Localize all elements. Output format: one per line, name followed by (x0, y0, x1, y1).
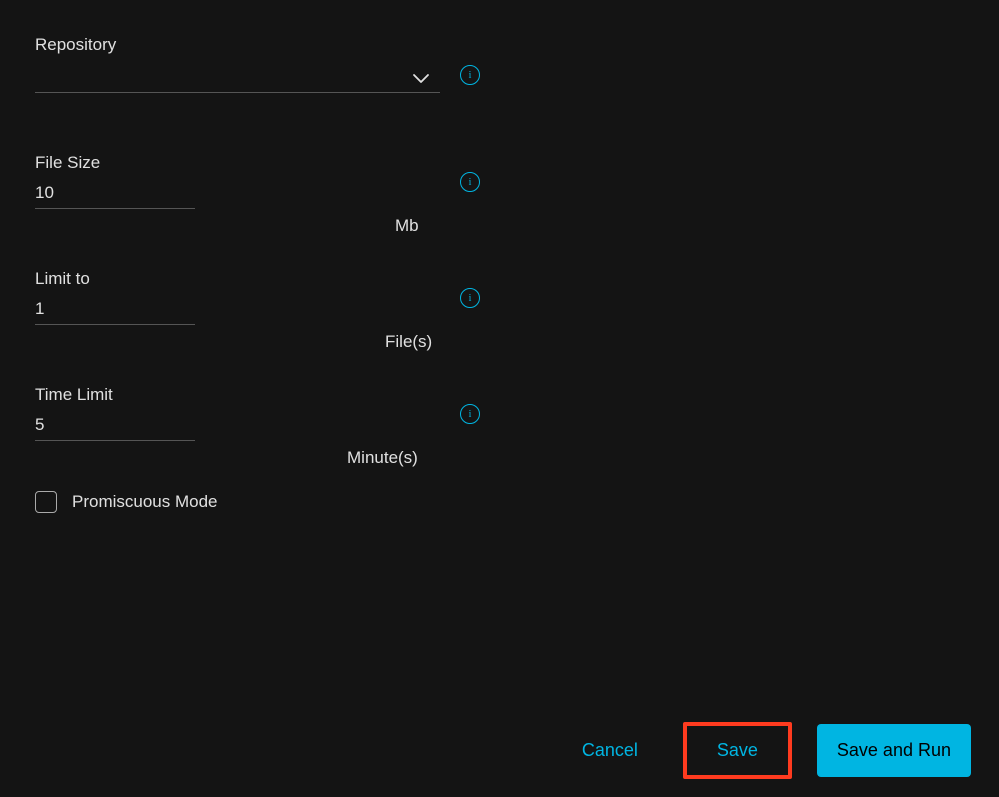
button-row: Cancel Save Save and Run (562, 722, 971, 779)
time-limit-unit: Minute(s) (347, 448, 418, 468)
time-limit-field: Time Limit Minute(s) (35, 385, 964, 441)
save-and-run-button[interactable]: Save and Run (817, 724, 971, 777)
file-size-field: File Size Mb (35, 153, 964, 209)
info-icon[interactable] (460, 65, 480, 85)
file-size-label: File Size (35, 153, 964, 173)
promiscuous-mode-row: Promiscuous Mode (35, 491, 964, 513)
limit-to-input[interactable] (35, 294, 195, 325)
promiscuous-checkbox[interactable] (35, 491, 57, 513)
limit-to-label: Limit to (35, 269, 964, 289)
info-icon[interactable] (460, 404, 480, 424)
repository-label: Repository (35, 35, 964, 55)
chevron-down-icon (412, 72, 430, 84)
time-limit-label: Time Limit (35, 385, 964, 405)
limit-to-field: Limit to File(s) (35, 269, 964, 325)
repository-select[interactable] (35, 63, 440, 93)
file-size-input[interactable] (35, 178, 195, 209)
save-button[interactable]: Save (687, 726, 788, 775)
cancel-button[interactable]: Cancel (562, 726, 658, 775)
time-limit-input[interactable] (35, 410, 195, 441)
promiscuous-label: Promiscuous Mode (72, 492, 218, 512)
limit-to-unit: File(s) (385, 332, 432, 352)
info-icon[interactable] (460, 288, 480, 308)
repository-field: Repository (35, 35, 964, 93)
file-size-unit: Mb (395, 216, 419, 236)
info-icon[interactable] (460, 172, 480, 192)
save-highlight-box: Save (683, 722, 792, 779)
